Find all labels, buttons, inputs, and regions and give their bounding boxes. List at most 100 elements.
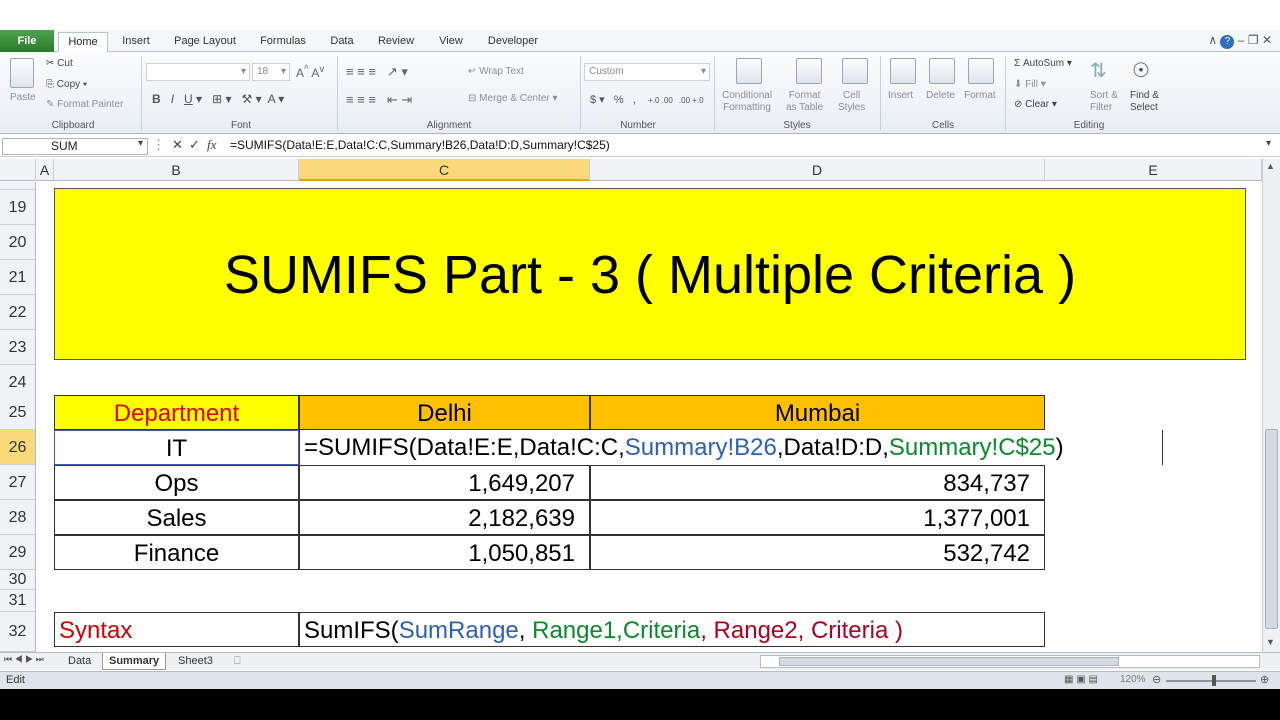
cell-styles-button[interactable]: Cell Styles <box>838 90 865 114</box>
horizontal-scroll-thumb[interactable] <box>779 657 1119 666</box>
format-as-table-icon[interactable] <box>796 58 822 84</box>
cell-dept-ops[interactable]: Ops <box>54 465 299 500</box>
column-header-e[interactable]: E <box>1045 159 1262 181</box>
name-box[interactable]: SUM <box>2 138 148 155</box>
row-header-32[interactable]: 32 <box>0 612 36 652</box>
sheet-tab-sheet3[interactable]: Sheet3 <box>172 653 219 670</box>
tab-data[interactable]: Data <box>324 32 360 52</box>
cell-styles-icon[interactable] <box>842 58 868 84</box>
number-format-buttons[interactable]: $ ▾ % , +.0 .00 .00 +.0 <box>590 93 704 106</box>
cell-syntax-text[interactable]: SumIFS(SumRange, Range1,Criteria, Range2… <box>299 612 1045 647</box>
zoom-level[interactable]: 120% <box>1120 674 1146 685</box>
row-header-22[interactable]: 22 <box>0 295 36 330</box>
scroll-up-icon[interactable]: ▲ <box>1266 161 1275 171</box>
vertical-align-buttons[interactable]: ≡ ≡ ≡ ↗ ▾ <box>346 64 408 80</box>
tab-file[interactable]: File <box>0 30 54 52</box>
clear-button[interactable]: ⊘ Clear ▾ <box>1014 99 1057 110</box>
cell-ops-mumbai[interactable]: 834,737 <box>590 465 1045 500</box>
row-header-30[interactable]: 30 <box>0 570 36 590</box>
vertical-scrollbar[interactable]: ▲ ▼ <box>1262 159 1280 652</box>
font-format-buttons[interactable]: B I U ▾ ⊞ ▾ ⚒ ▾ A ▾ <box>152 92 284 106</box>
tab-review[interactable]: Review <box>372 32 420 52</box>
zoom-slider-thumb[interactable] <box>1212 675 1216 686</box>
cell-ops-delhi[interactable]: 1,649,207 <box>299 465 590 500</box>
header-department[interactable]: Department <box>54 395 299 430</box>
tab-developer[interactable]: Developer <box>482 32 544 52</box>
cut-button[interactable]: ✂ Cut <box>46 58 73 69</box>
format-cells-icon[interactable] <box>968 58 994 84</box>
window-controls[interactable]: ∧ ? – ❐ ✕ <box>1208 33 1272 49</box>
insert-sheet-icon[interactable]: ⎕ <box>228 653 247 670</box>
cancel-entry-icon[interactable]: ✕ <box>172 137 183 153</box>
column-header-b[interactable]: B <box>54 159 299 181</box>
row-header-26[interactable]: 26 <box>0 430 36 465</box>
row-header-19[interactable]: 19 <box>0 190 36 225</box>
close-icon[interactable]: ✕ <box>1262 33 1272 47</box>
format-painter-button[interactable]: ✎ Format Painter <box>46 99 123 110</box>
column-header-a[interactable]: A <box>36 159 54 181</box>
column-header-d[interactable]: D <box>590 159 1045 181</box>
minimize-ribbon-icon[interactable]: ∧ <box>1208 33 1217 47</box>
paste-button[interactable]: Paste <box>10 92 36 103</box>
number-format-combo[interactable]: Custom ▾ <box>584 63 710 81</box>
row-header-27[interactable]: 27 <box>0 465 36 500</box>
delete-cells-icon[interactable] <box>929 58 955 84</box>
row-header-23[interactable]: 23 <box>0 330 36 365</box>
row-header-21[interactable]: 21 <box>0 260 36 295</box>
binoculars-icon[interactable]: ☉ <box>1132 58 1150 83</box>
tab-page-layout[interactable]: Page Layout <box>168 32 242 52</box>
formula-input[interactable]: =SUMIFS(Data!E:E,Data!C:C,Summary!B26,Da… <box>226 136 1266 155</box>
merge-center-button[interactable]: ⊟ Merge & Center ▾ <box>468 93 558 104</box>
help-icon[interactable]: ? <box>1220 35 1235 49</box>
title-banner[interactable]: SUMIFS Part - 3 ( Multiple Criteria ) <box>54 188 1246 360</box>
column-header-c[interactable]: C <box>299 159 590 181</box>
cell-finance-delhi[interactable]: 1,050,851 <box>299 535 590 570</box>
row-header-20[interactable]: 20 <box>0 225 36 260</box>
cell-sales-delhi[interactable]: 2,182,639 <box>299 500 590 535</box>
paste-icon[interactable] <box>10 58 34 88</box>
restore-icon[interactable]: ❐ <box>1248 33 1259 47</box>
insert-cells-button[interactable]: Insert <box>888 90 913 101</box>
cell-dept-finance[interactable]: Finance <box>54 535 299 570</box>
scroll-down-icon[interactable]: ▼ <box>1266 637 1275 647</box>
tab-formulas[interactable]: Formulas <box>254 32 312 52</box>
fill-button[interactable]: ⬇ Fill ▾ <box>1014 79 1046 90</box>
zoom-slider[interactable] <box>1166 680 1256 682</box>
header-delhi[interactable]: Delhi <box>299 395 590 430</box>
wrap-text-button[interactable]: ↵ Wrap Text <box>468 66 524 77</box>
row-header-31[interactable]: 31 <box>0 590 36 612</box>
sheet-tab-summary[interactable]: Summary <box>102 653 167 670</box>
format-cells-button[interactable]: Format <box>964 90 996 101</box>
row-header-25[interactable]: 25 <box>0 395 36 430</box>
horizontal-scrollbar[interactable] <box>760 655 1260 668</box>
name-box-dropdown-icon[interactable]: ▾ <box>138 138 143 149</box>
font-size-combo[interactable]: 18 ▾ <box>252 63 290 81</box>
cell-dept-sales[interactable]: Sales <box>54 500 299 535</box>
font-name-combo[interactable]: ▾ <box>146 63 250 81</box>
vertical-scroll-thumb[interactable] <box>1265 429 1278 629</box>
conditional-formatting-button[interactable]: Conditional Formatting <box>722 90 772 114</box>
autosum-button[interactable]: Σ AutoSum ▾ <box>1014 58 1072 69</box>
zoom-out-icon[interactable]: ⊖ <box>1152 673 1161 686</box>
sheet-tab-data[interactable]: Data <box>62 653 97 670</box>
horizontal-align-buttons[interactable]: ≡ ≡ ≡ ⇤ ⇥ <box>346 92 412 108</box>
format-as-table-button[interactable]: Format as Table <box>786 90 823 114</box>
zoom-in-icon[interactable]: ⊕ <box>1260 673 1269 686</box>
row-header-28[interactable]: 28 <box>0 500 36 535</box>
conditional-formatting-icon[interactable] <box>736 58 762 84</box>
header-mumbai[interactable]: Mumbai <box>590 395 1045 430</box>
copy-button[interactable]: ⎘ Copy ▾ <box>46 79 87 90</box>
select-all-corner[interactable] <box>0 159 36 181</box>
cell-syntax-label[interactable]: Syntax <box>54 612 299 647</box>
row-header-29[interactable]: 29 <box>0 535 36 570</box>
sheet-nav-icons[interactable]: ⏮ ◀ ▶ ⏭ <box>4 654 44 665</box>
view-buttons[interactable]: ▦ ▣ ▤ <box>1064 674 1098 685</box>
tab-home[interactable]: Home <box>58 32 108 53</box>
cell-finance-mumbai[interactable]: 532,742 <box>590 535 1045 570</box>
tab-insert[interactable]: Insert <box>114 32 158 52</box>
delete-cells-button[interactable]: Delete <box>926 90 955 101</box>
font-grow-shrink[interactable]: A^ Av <box>296 64 324 80</box>
sort-filter-button[interactable]: Sort & Filter <box>1090 90 1118 114</box>
tab-view[interactable]: View <box>432 32 470 52</box>
expand-formula-bar-icon[interactable]: ▾ <box>1266 138 1271 149</box>
